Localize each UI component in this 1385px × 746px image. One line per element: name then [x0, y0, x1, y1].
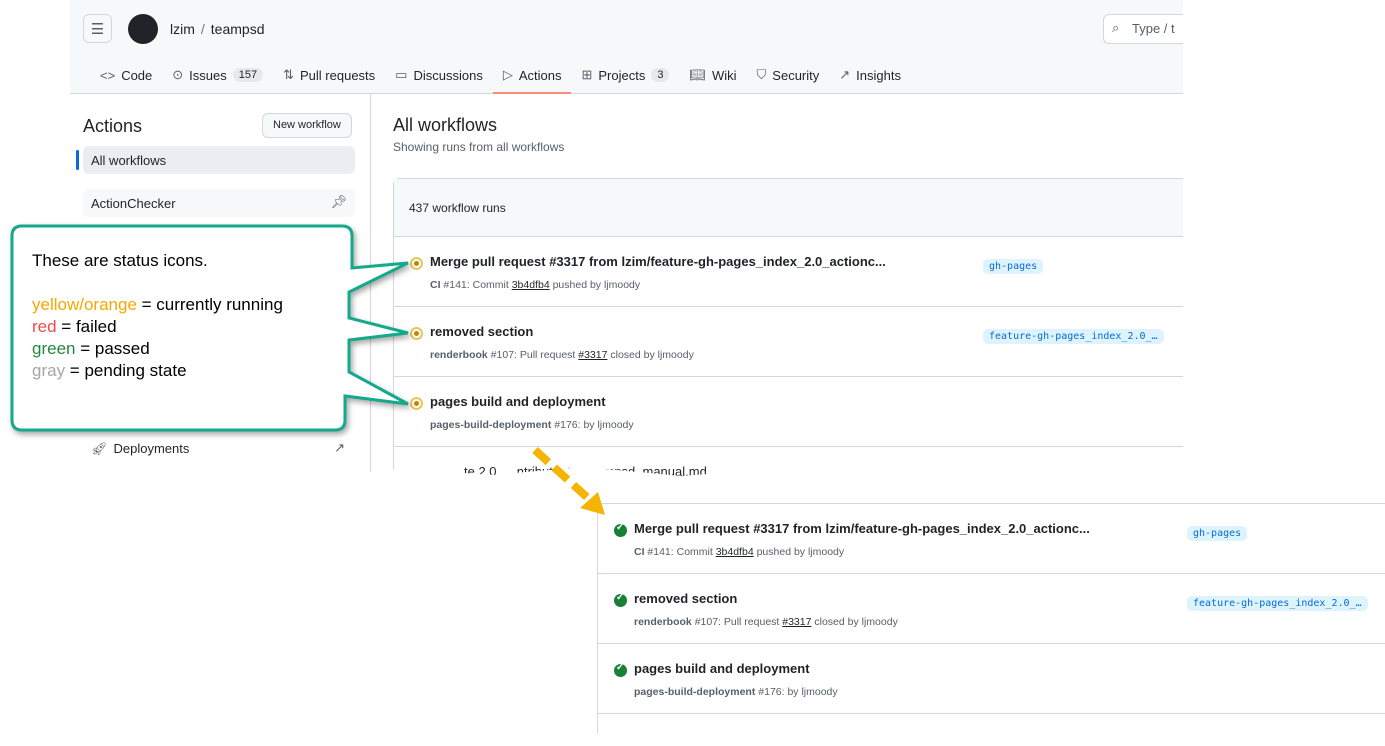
legend-failed: red = failed [32, 317, 117, 336]
legend-running: yellow/orange = currently running [32, 295, 283, 314]
callout-text: These are status icons. yellow/orange = … [32, 250, 283, 382]
dashed-arrow-line [532, 447, 593, 503]
callout-heading: These are status icons. [32, 251, 208, 270]
legend-passed: green = passed [32, 339, 150, 358]
legend-pending: gray = pending state [32, 361, 187, 380]
